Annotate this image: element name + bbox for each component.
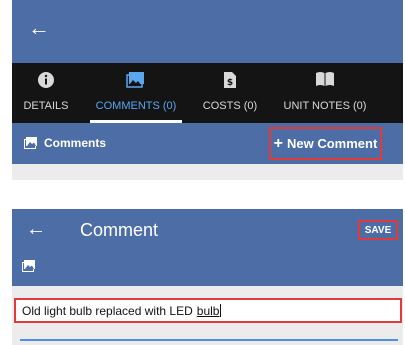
svg-text:$: $ bbox=[227, 78, 233, 88]
tab-label: UNIT NOTES (0) bbox=[283, 100, 367, 112]
save-button[interactable]: SAVE bbox=[358, 220, 398, 240]
app-bar: ← Comment SAVE bbox=[12, 209, 403, 251]
attachment-strip bbox=[12, 251, 403, 286]
comments-list-screen: ← DETAILS COMMENTS (0) $ COSTS (0) UNIT … bbox=[12, 0, 403, 180]
input-underline bbox=[20, 339, 398, 341]
tab-label: COSTS (0) bbox=[202, 100, 258, 112]
book-icon bbox=[316, 72, 334, 86]
new-comment-label: New Comment bbox=[287, 136, 378, 151]
image-icon bbox=[126, 72, 144, 88]
new-comment-button[interactable]: + New Comment bbox=[269, 127, 382, 160]
image-icon[interactable] bbox=[22, 260, 36, 272]
comment-text-underlined: bulb bbox=[196, 303, 220, 318]
comment-text: Old light bulb replaced with LED bbox=[22, 303, 193, 318]
comment-edit-screen: ← Comment SAVE Old light bulb replaced w… bbox=[12, 209, 403, 345]
comments-header: Comments + New Comment bbox=[12, 123, 403, 164]
tab-unit-notes[interactable]: UNIT NOTES (0) bbox=[270, 63, 380, 123]
tab-details[interactable]: DETAILS bbox=[12, 63, 80, 123]
arrow-left-icon[interactable]: ← bbox=[28, 16, 50, 40]
arrow-left-icon[interactable]: ← bbox=[26, 218, 46, 240]
tab-label: DETAILS bbox=[23, 100, 69, 112]
page-title: Comment bbox=[80, 220, 159, 240]
cost-document-icon: $ bbox=[224, 72, 236, 88]
comments-title: Comments bbox=[24, 136, 106, 150]
tab-costs[interactable]: $ COSTS (0) bbox=[192, 63, 268, 123]
app-bar: ← bbox=[12, 0, 403, 63]
image-icon bbox=[24, 137, 37, 149]
tab-label: COMMENTS (0) bbox=[95, 100, 177, 112]
tab-comments[interactable]: COMMENTS (0) bbox=[82, 63, 190, 123]
info-icon bbox=[38, 72, 54, 88]
comments-title-text: Comments bbox=[44, 136, 107, 150]
comment-input[interactable]: Old light bulb replaced with LED bulb bbox=[14, 298, 402, 323]
text-cursor bbox=[220, 304, 222, 317]
tab-bar: DETAILS COMMENTS (0) $ COSTS (0) UNIT NO… bbox=[12, 63, 403, 123]
plus-icon: + bbox=[273, 134, 284, 152]
